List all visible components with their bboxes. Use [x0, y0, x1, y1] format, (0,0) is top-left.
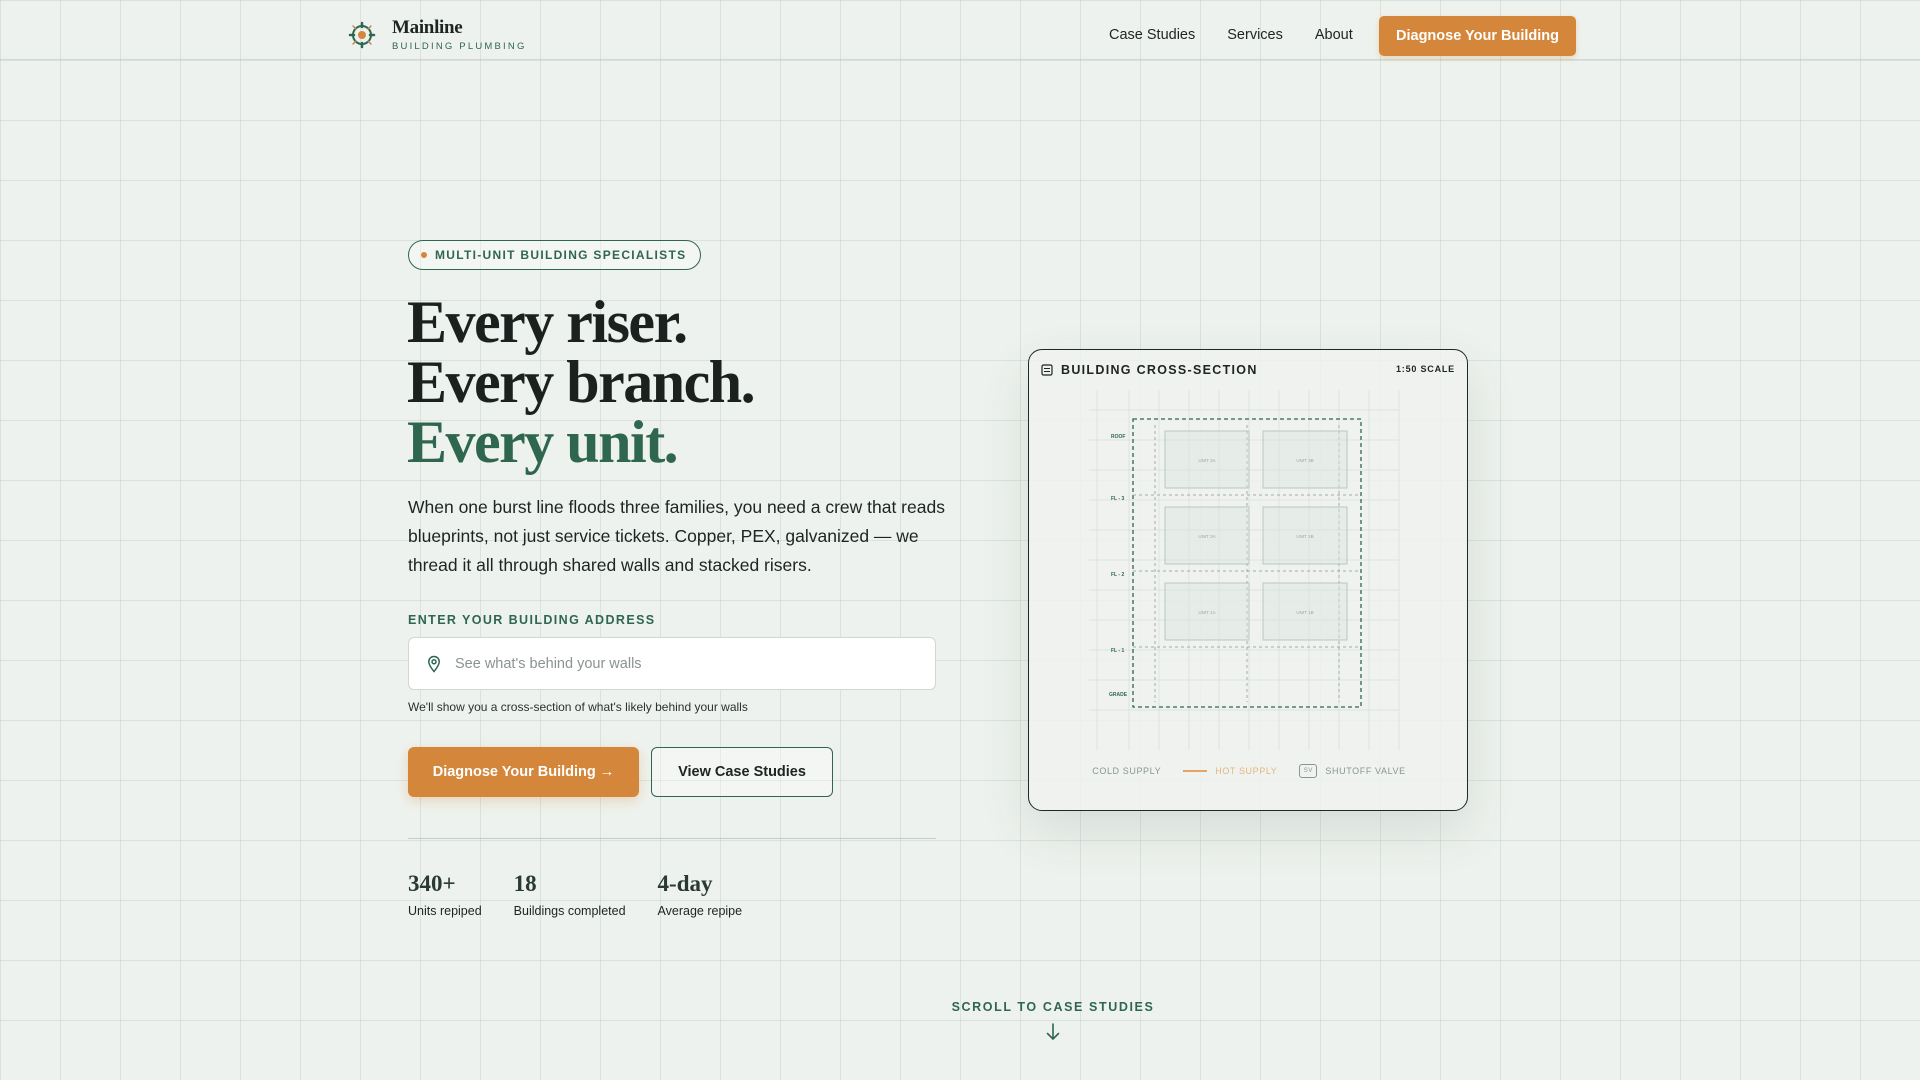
stat-value: 18 — [513, 871, 537, 896]
arrow-down-icon — [1046, 1023, 1060, 1040]
scroll-label[interactable]: SCROLL TO CASE STUDIES — [0, 1000, 1920, 1014]
headline-line-2: Every branch. — [407, 349, 756, 415]
stat-label: Units repiped — [408, 904, 482, 918]
badge-text: MULTI-UNIT BUILDING SPECIALISTS — [435, 248, 687, 262]
level-label-fl1: FL - 1 — [1111, 648, 1124, 654]
unit-label: UNIT 2B — [1296, 534, 1313, 539]
stats-divider — [408, 838, 936, 839]
diagnose-building-button[interactable]: Diagnose Your Building → — [408, 747, 639, 797]
stat-value: 340+ — [408, 871, 456, 896]
unit-label: UNIT 3A — [1198, 458, 1215, 463]
headline-line-3: Every unit. — [407, 409, 679, 475]
scroll-cue[interactable]: SCROLL TO CASE STUDIES — [0, 1000, 1920, 1047]
legend-cold-supply: COLD SUPPLY — [1092, 766, 1162, 776]
unit-boxes — [1164, 430, 1348, 641]
brand-logo[interactable]: Mainline BUILDING PLUMBING — [346, 18, 527, 52]
shutoff-valve-icon: SV — [1299, 764, 1318, 778]
legend-shutoff-valve: SV SHUTOFF VALVE — [1299, 764, 1405, 778]
headline-line-1: Every riser. — [407, 289, 688, 355]
address-label: ENTER YOUR BUILDING ADDRESS — [408, 613, 656, 627]
stat-label: Buildings completed — [513, 904, 626, 918]
hero-headline: Every riser. Every branch. Every unit. — [407, 289, 756, 475]
stats-row: 340+ Units repiped 18 Buildings complete… — [408, 872, 774, 918]
nav-link-about[interactable]: About — [1315, 27, 1353, 43]
level-label-fl3: FL - 3 — [1111, 496, 1124, 502]
card-title: BUILDING CROSS-SECTION — [1061, 363, 1258, 377]
main-nav: Case Studies Services About — [1109, 27, 1353, 43]
address-input[interactable] — [455, 655, 895, 672]
stat-units: 340+ Units repiped — [408, 872, 482, 918]
diagram-legend: COLD SUPPLY HOT SUPPLY SV SHUTOFF VALVE — [1029, 764, 1467, 778]
brand-mark-icon — [348, 21, 376, 49]
scale-label: 1:50 SCALE — [1395, 364, 1455, 374]
view-case-studies-button[interactable]: View Case Studies — [651, 747, 833, 797]
unit-label: UNIT 2A — [1198, 534, 1215, 539]
nav-link-case-studies[interactable]: Case Studies — [1109, 27, 1195, 43]
brand-name: Mainline — [392, 17, 463, 38]
level-label-fl2: FL - 2 — [1111, 572, 1124, 578]
stat-value: 4-day — [657, 871, 713, 896]
nav-link-services[interactable]: Services — [1227, 27, 1283, 43]
address-field[interactable] — [408, 637, 936, 690]
header-diagnose-button[interactable]: Diagnose Your Building — [1379, 16, 1576, 56]
building-cross-section-diagram[interactable]: ROOF FL - 3 FL - 2 FL - 1 GRADE UNIT 3A … — [1029, 390, 1468, 760]
address-help-text: We'll show you a cross-section of what's… — [408, 700, 748, 714]
hot-supply-swatch — [1183, 770, 1208, 772]
stat-label: Average repipe — [657, 904, 743, 918]
stat-buildings: 18 Buildings completed — [514, 872, 626, 918]
blueprint-icon — [1041, 364, 1053, 376]
unit-label: UNIT 1B — [1296, 610, 1313, 615]
legend-hot-supply: HOT SUPPLY — [1183, 766, 1277, 776]
stat-repipe: 4-day Average repipe — [658, 872, 743, 918]
brand-tagline: BUILDING PLUMBING — [392, 41, 527, 52]
site-header: Mainline BUILDING PLUMBING Case Studies … — [0, 0, 1920, 60]
cross-section-card: BUILDING CROSS-SECTION 1:50 SCALE ROOF F… — [1028, 349, 1468, 811]
unit-label: UNIT 3B — [1296, 458, 1313, 463]
map-pin-icon — [428, 655, 440, 673]
level-label-grade: GRADE — [1109, 692, 1128, 698]
specialist-badge: MULTI-UNIT BUILDING SPECIALISTS — [408, 240, 702, 270]
badge-dot-icon — [421, 252, 427, 258]
hero-description: When one burst line floods three familie… — [408, 497, 945, 575]
level-label-roof: ROOF — [1111, 434, 1125, 440]
card-header: BUILDING CROSS-SECTION — [1041, 363, 1258, 377]
unit-label: UNIT 1A — [1198, 610, 1215, 615]
